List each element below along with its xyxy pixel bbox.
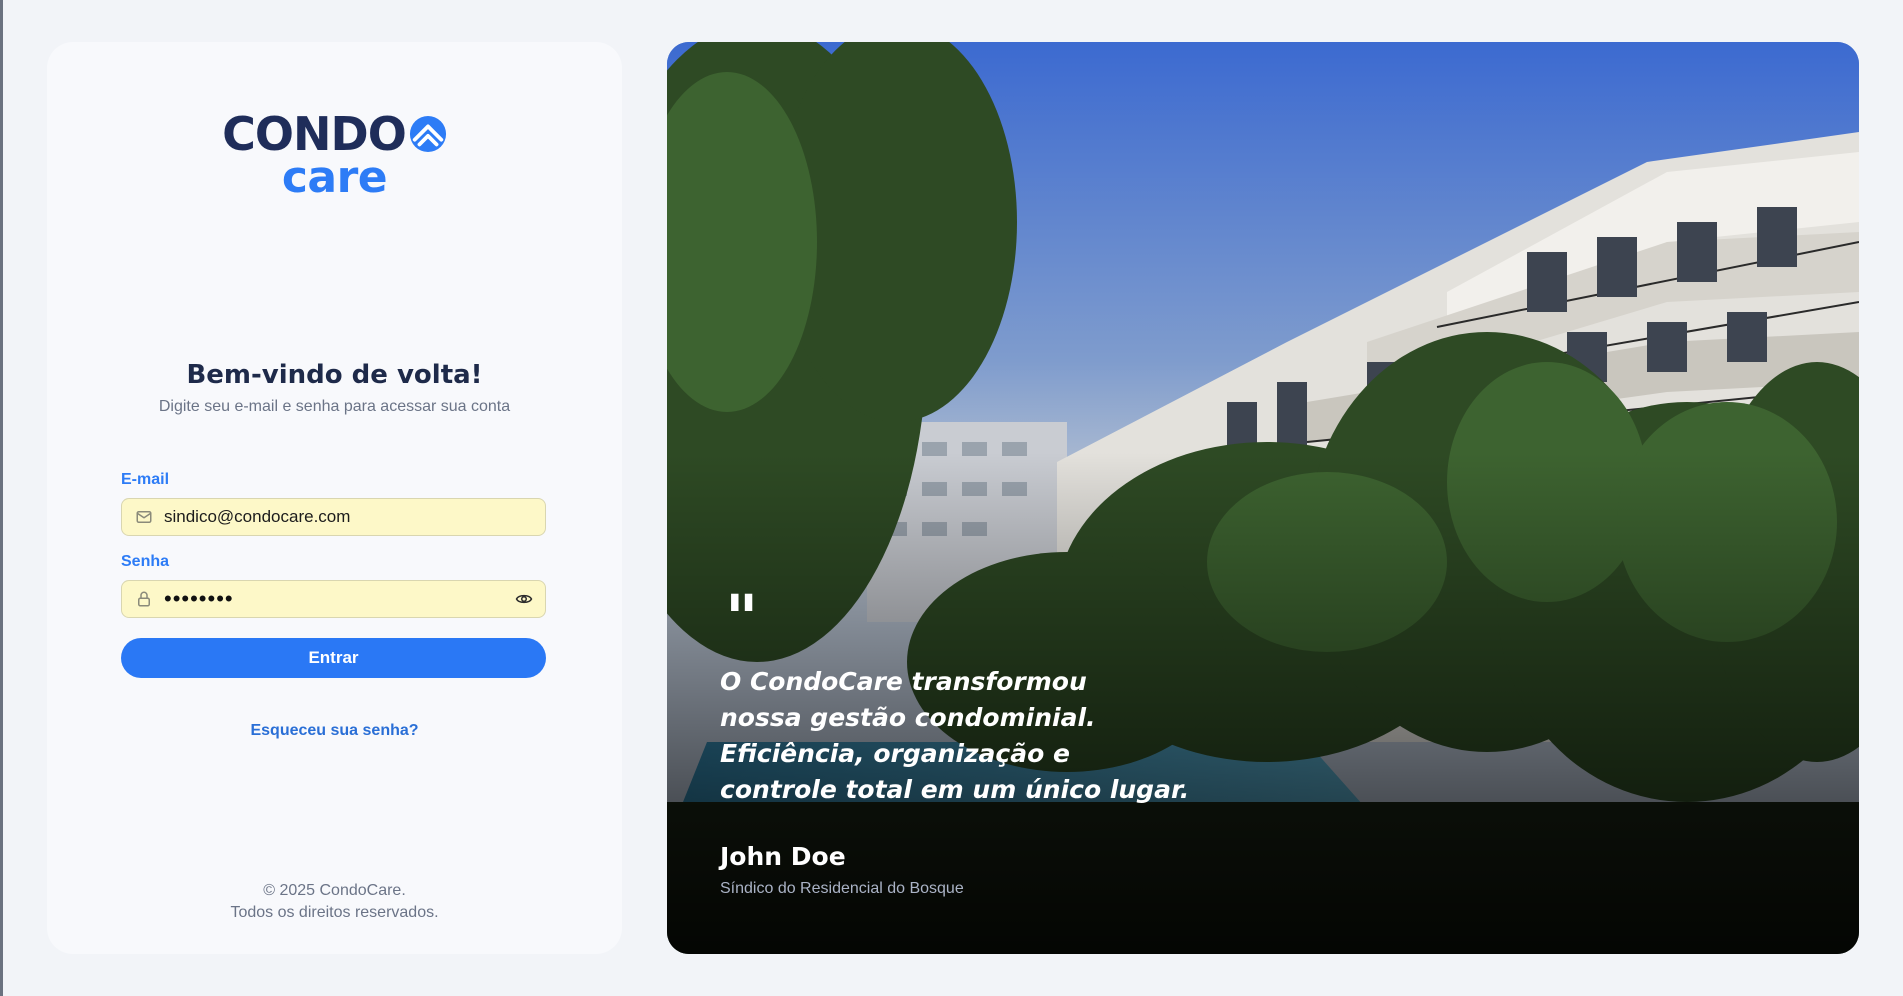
condominium-photo bbox=[667, 42, 1859, 954]
email-field-wrapper[interactable] bbox=[121, 498, 546, 536]
window-edge bbox=[0, 0, 3, 996]
email-label: E-mail bbox=[121, 471, 170, 488]
password-label: Senha bbox=[121, 553, 170, 570]
email-input[interactable] bbox=[164, 502, 545, 532]
logo-text-condo: CONDO bbox=[222, 107, 407, 161]
logo-text-care: care bbox=[281, 152, 388, 203]
quote-line: controle total em um único lugar. bbox=[720, 775, 1190, 804]
quote-icon: " bbox=[725, 581, 759, 656]
mail-icon bbox=[134, 507, 154, 527]
password-field-wrapper[interactable] bbox=[121, 580, 546, 618]
quote-line: nossa gestão condominial. bbox=[720, 703, 1096, 732]
eye-icon[interactable] bbox=[513, 588, 535, 610]
quote-line: Eficiência, organização e bbox=[720, 739, 1070, 768]
page-subtitle: Digite seu e-mail e senha para acessar s… bbox=[158, 398, 511, 415]
testimonial-author-role: Síndico do Residencial do Bosque bbox=[720, 880, 964, 897]
lock-icon bbox=[134, 589, 154, 609]
testimonial-author: John Doe bbox=[720, 842, 846, 871]
login-card: CONDO care Bem-vindo de volta! Digite se… bbox=[47, 42, 622, 954]
rights-text: Todos os direitos reservados. bbox=[230, 904, 439, 921]
quote-line: O CondoCare transformou bbox=[720, 667, 1087, 696]
page-title: Bem-vindo de volta! bbox=[186, 360, 483, 390]
copyright-text: © 2025 CondoCare. bbox=[263, 882, 406, 899]
forgot-password-link[interactable]: Esqueceu sua senha? bbox=[47, 722, 622, 740]
hero-image-panel: " O CondoCare transformou nossa gestão c… bbox=[667, 42, 1859, 954]
condocare-logo: CONDO care bbox=[47, 110, 622, 200]
login-button[interactable]: Entrar bbox=[121, 638, 546, 678]
logo-mark-icon bbox=[409, 115, 446, 153]
password-input[interactable] bbox=[164, 584, 513, 614]
footer: © 2025 CondoCare. Todos os direitos rese… bbox=[47, 880, 622, 924]
testimonial-quote: O CondoCare transformou nossa gestão con… bbox=[720, 664, 1240, 808]
